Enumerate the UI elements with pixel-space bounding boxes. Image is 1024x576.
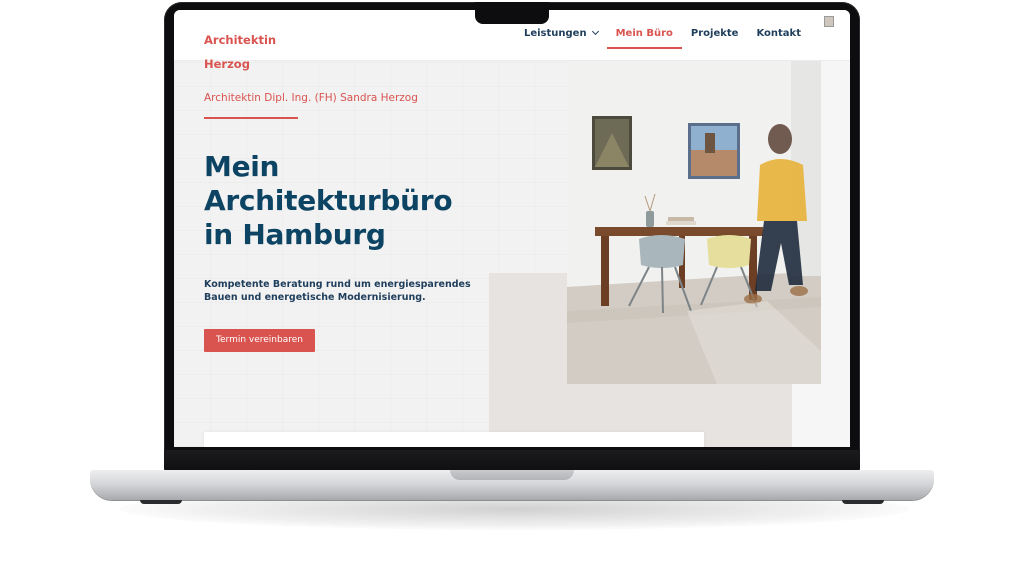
screen-bottom-bezel <box>164 450 860 472</box>
lid-opening-groove <box>450 470 574 480</box>
nav-label-kontakt: Kontakt <box>756 28 801 39</box>
laptop-mockup: Architektin Herzog Leistungen Mein Büro … <box>0 0 1024 576</box>
laptop-foot-right <box>842 500 884 504</box>
hero-subtitle-line-1: Kompetente Beratung rund um energiespare… <box>204 279 471 290</box>
content-card <box>204 432 704 447</box>
nav-label-mein-buero: Mein Büro <box>615 28 673 39</box>
nav-label-leistungen: Leistungen <box>523 28 587 39</box>
site-logo[interactable]: Architektin Herzog <box>204 22 276 82</box>
hero-title-line-3: in Hamburg <box>204 218 386 251</box>
avatar-icon <box>824 16 834 27</box>
hero-title-line-1: Mein <box>204 150 280 183</box>
nav-label-projekte: Projekte <box>690 28 739 39</box>
camera-notch <box>475 2 549 24</box>
hero-subtitle-line-2: Bauen und energetische Modernisierung. <box>204 292 426 303</box>
hero-title-line-2: Architekturbüro <box>204 184 453 217</box>
hero-eyebrow: Architektin Dipl. Ing. (FH) Sandra Herzo… <box>204 92 418 104</box>
eyebrow-underline <box>204 117 298 119</box>
nav-item-mein-buero[interactable]: Mein Büro <box>606 28 683 49</box>
appointment-button[interactable]: Termin vereinbaren <box>204 329 315 352</box>
nav-item-kontakt[interactable]: Kontakt <box>747 28 810 39</box>
office-photo-illustration <box>567 61 821 384</box>
nav-item-projekte[interactable]: Projekte <box>682 28 748 39</box>
laptop-lid: Architektin Herzog Leistungen Mein Büro … <box>164 2 860 472</box>
hero-subtitle: Kompetente Beratung rund um energiespare… <box>204 278 484 304</box>
main-navigation: Leistungen Mein Büro Projekte Kontakt <box>515 27 810 49</box>
logo-line-2: Herzog <box>204 57 250 71</box>
chevron-down-icon <box>591 27 599 36</box>
nav-item-leistungen[interactable]: Leistungen <box>515 27 607 39</box>
laptop-base <box>90 470 934 500</box>
logo-line-1: Architektin <box>204 33 277 47</box>
hero-title: Mein Architekturbüro in Hamburg <box>204 150 504 252</box>
laptop-foot-left <box>140 500 182 504</box>
website-screen: Architektin Herzog Leistungen Mein Büro … <box>174 10 850 447</box>
office-photo <box>567 61 821 384</box>
